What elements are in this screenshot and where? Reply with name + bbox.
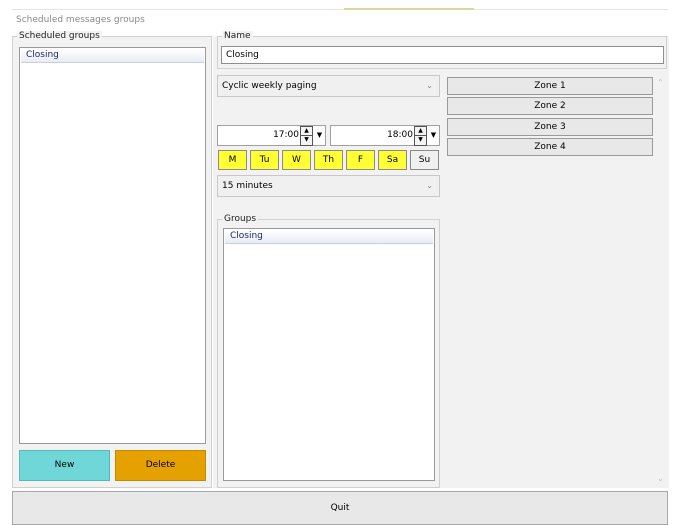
start-time-value: 17:00 [273,130,299,140]
name-input[interactable]: Closing [221,46,664,64]
spin-down-icon[interactable]: ▼ [300,135,313,146]
day-toggle-friday[interactable]: F [346,150,375,170]
top-accent-bar [344,8,474,10]
list-item[interactable]: Closing [225,230,433,244]
zone-2-button[interactable]: Zone 2 [447,97,653,115]
mode-select[interactable]: Cyclic weekly paging ⌄ [217,75,440,97]
chevron-down-icon: ⌄ [426,81,433,90]
groups-list[interactable]: Closing [223,228,435,481]
interval-select[interactable]: 15 minutes ⌄ [217,175,440,197]
groups-legend: Groups [222,214,259,224]
day-toggle-wednesday[interactable]: W [282,150,311,170]
chevron-down-icon: ⌄ [426,181,433,190]
scheduled-groups-list[interactable]: Closing [19,47,206,444]
delete-button[interactable]: Delete [115,450,206,481]
zone-3-button[interactable]: Zone 3 [447,118,653,136]
scroll-up-icon[interactable]: ⌃ [657,78,664,87]
window-title: Scheduled messages groups [16,15,145,25]
mode-select-value: Cyclic weekly paging [222,81,317,91]
day-toggle-monday[interactable]: M [218,150,247,170]
chevron-down-icon[interactable]: ▼ [314,126,325,145]
top-divider [12,9,668,10]
day-toggle-thursday[interactable]: Th [314,150,343,170]
scheduled-groups-legend: Scheduled groups [17,31,102,41]
list-item[interactable]: Closing [21,49,204,63]
interval-select-value: 15 minutes [222,181,273,191]
end-time-input[interactable]: 18:00 ▲ ▼ ▼ [330,125,440,146]
chevron-down-icon[interactable]: ▼ [428,126,439,145]
spin-down-icon[interactable]: ▼ [414,135,427,146]
end-time-value: 18:00 [387,130,413,140]
quit-button[interactable]: Quit [12,491,668,525]
new-button[interactable]: New [19,450,110,481]
groups-panel: Groups Closing [217,214,440,488]
start-time-input[interactable]: 17:00 ▲ ▼ ▼ [217,125,326,146]
zone-4-button[interactable]: Zone 4 [447,138,653,156]
zone-1-button[interactable]: Zone 1 [447,77,653,95]
day-toggle-saturday[interactable]: Sa [378,150,407,170]
name-legend: Name [222,31,253,41]
scheduled-groups-panel: Scheduled groups Closing [12,31,212,488]
day-toggle-tuesday[interactable]: Tu [250,150,279,170]
scroll-down-icon[interactable]: ⌄ [657,474,664,483]
day-toggle-sunday[interactable]: Su [410,150,439,170]
